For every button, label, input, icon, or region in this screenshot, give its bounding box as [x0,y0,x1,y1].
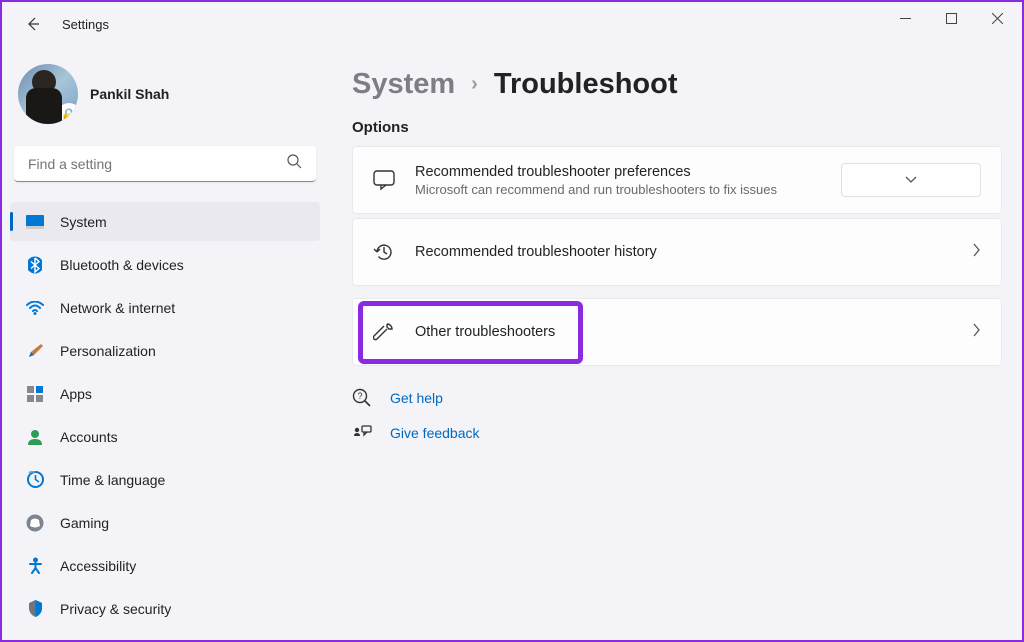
accessibility-icon [26,557,44,575]
nav-label: Accessibility [60,558,136,574]
sidebar: 🔒 Pankil Shah System Bluetooth & device [2,38,328,636]
sidebar-item-system[interactable]: System [10,202,320,241]
sidebar-item-time[interactable]: Time & language [10,460,320,499]
accounts-icon [26,428,44,446]
sidebar-item-personalization[interactable]: Personalization [10,331,320,370]
bluetooth-icon [26,256,44,274]
get-help-link[interactable]: ? Get help [352,388,1002,408]
wifi-icon [26,299,44,317]
profile-block[interactable]: 🔒 Pankil Shah [10,56,320,134]
prefs-dropdown[interactable] [841,163,981,197]
breadcrumb: System › Troubleshoot [352,68,1002,101]
link-label: Get help [390,390,443,406]
sidebar-item-accounts[interactable]: Accounts [10,417,320,456]
sidebar-item-network[interactable]: Network & internet [10,288,320,327]
card-troubleshooter-history[interactable]: Recommended troubleshooter history [352,218,1002,286]
chevron-right-icon: › [471,73,478,96]
nav-label: Personalization [60,343,156,359]
sidebar-item-accessibility[interactable]: Accessibility [10,546,320,585]
local-account-badge: 🔒 [57,103,78,124]
avatar: 🔒 [18,64,78,124]
profile-name: Pankil Shah [90,86,169,102]
nav-label: Bluetooth & devices [60,257,184,273]
search-input[interactable] [14,146,316,182]
help-icon: ? [352,388,372,408]
nav-label: Privacy & security [60,601,171,617]
nav-label: Network & internet [60,300,175,316]
apps-icon [26,385,44,403]
chat-icon [373,169,395,191]
give-feedback-link[interactable]: Give feedback [352,423,1002,443]
breadcrumb-current: Troubleshoot [494,68,678,101]
main-content: System › Troubleshoot Options Recommende… [328,38,1022,636]
svg-text:?: ? [357,391,362,401]
breadcrumb-parent[interactable]: System [352,68,455,101]
nav-label: System [60,214,107,230]
nav-label: Accounts [60,429,118,445]
card-subtitle: Microsoft can recommend and run troubles… [415,182,821,197]
search-icon [287,154,302,174]
card-title: Other troubleshooters [415,324,953,340]
feedback-icon [352,423,372,443]
wrench-icon [373,321,395,343]
card-troubleshooter-prefs[interactable]: Recommended troubleshooter preferences M… [352,146,1002,214]
sidebar-item-bluetooth[interactable]: Bluetooth & devices [10,245,320,284]
clock-icon [26,471,44,489]
nav-label: Apps [60,386,92,402]
history-icon [373,241,395,263]
brush-icon [26,342,44,360]
link-label: Give feedback [390,425,480,441]
system-icon [26,213,44,231]
nav-label: Gaming [60,515,109,531]
sidebar-item-apps[interactable]: Apps [10,374,320,413]
section-title: Options [352,119,1002,136]
card-other-troubleshooters[interactable]: Other troubleshooters [352,298,1002,366]
card-title: Recommended troubleshooter history [415,244,953,260]
chevron-right-icon [973,323,981,342]
nav-label: Time & language [60,472,165,488]
chevron-down-icon [905,171,917,189]
gaming-icon [26,514,44,532]
card-title: Recommended troubleshooter preferences [415,164,821,180]
chevron-right-icon [973,243,981,262]
app-title: Settings [62,17,109,32]
back-button[interactable] [18,10,46,38]
shield-icon [26,600,44,618]
sidebar-item-gaming[interactable]: Gaming [10,503,320,542]
sidebar-item-privacy[interactable]: Privacy & security [10,589,320,628]
